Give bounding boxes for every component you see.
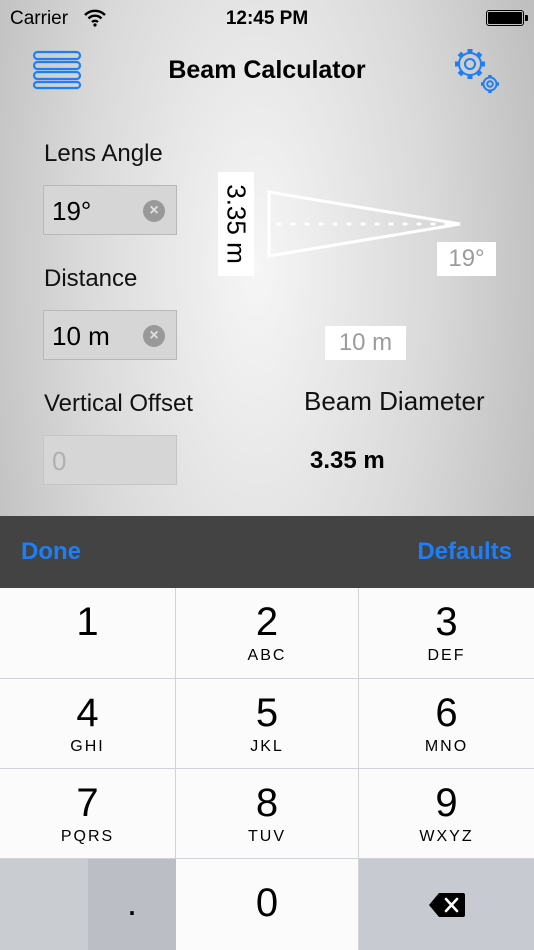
key-4[interactable]: 4 GHI — [0, 679, 176, 769]
clock: 12:45 PM — [225, 8, 309, 29]
vertical-offset-field[interactable]: 0 — [43, 435, 177, 485]
clear-icon[interactable]: × — [143, 200, 165, 222]
distance-diagram-label: 10 m — [325, 326, 406, 360]
battery-icon — [486, 10, 528, 26]
lens-angle-label: Lens Angle — [44, 140, 163, 167]
backspace-key[interactable] — [359, 859, 534, 950]
key-1[interactable]: 1 — [0, 588, 176, 679]
empty-key — [0, 859, 88, 950]
status-bar: Carrier 12:45 PM — [0, 0, 534, 36]
key-7[interactable]: 7 PQRS — [0, 769, 176, 859]
beam-calculator-screen: Carrier 12:45 PM Beam Calculator Lens An… — [0, 0, 534, 950]
key-8[interactable]: 8 TUV — [176, 769, 359, 859]
numeric-keypad: 1 2 ABC 3 DEF 4 GHI 5 JKL 6 MNO 7 PQRS 8 — [0, 588, 534, 950]
beam-diameter-label: Beam Diameter — [304, 386, 485, 416]
distance-value: 10 m — [52, 321, 110, 351]
key-2[interactable]: 2 ABC — [176, 588, 359, 679]
keyboard-accessory-bar: Done Defaults — [0, 516, 534, 588]
clear-icon[interactable]: × — [143, 325, 165, 347]
lens-angle-field[interactable]: 19° × — [43, 185, 177, 235]
backspace-icon — [428, 893, 465, 917]
vertical-offset-label: Vertical Offset — [44, 390, 193, 417]
distance-label: Distance — [44, 265, 138, 292]
vertical-offset-placeholder: 0 — [52, 446, 67, 476]
key-0[interactable]: 0 — [176, 859, 359, 950]
key-3[interactable]: 3 DEF — [359, 588, 534, 679]
lens-angle-value: 19° — [52, 196, 92, 226]
beam-diameter-value: 3.35 m — [310, 447, 385, 474]
settings-gears-icon[interactable] — [448, 42, 504, 98]
beam-diameter-diagram-label: 3.35 m — [218, 172, 254, 276]
key-5[interactable]: 5 JKL — [176, 679, 359, 769]
defaults-button[interactable]: Defaults — [417, 538, 512, 566]
key-6[interactable]: 6 MNO — [359, 679, 534, 769]
angle-diagram-label: 19° — [437, 242, 496, 276]
distance-field[interactable]: 10 m × — [43, 310, 177, 360]
done-button[interactable]: Done — [21, 538, 81, 566]
decimal-key[interactable]: . — [88, 859, 176, 950]
key-9[interactable]: 9 WXYZ — [359, 769, 534, 859]
